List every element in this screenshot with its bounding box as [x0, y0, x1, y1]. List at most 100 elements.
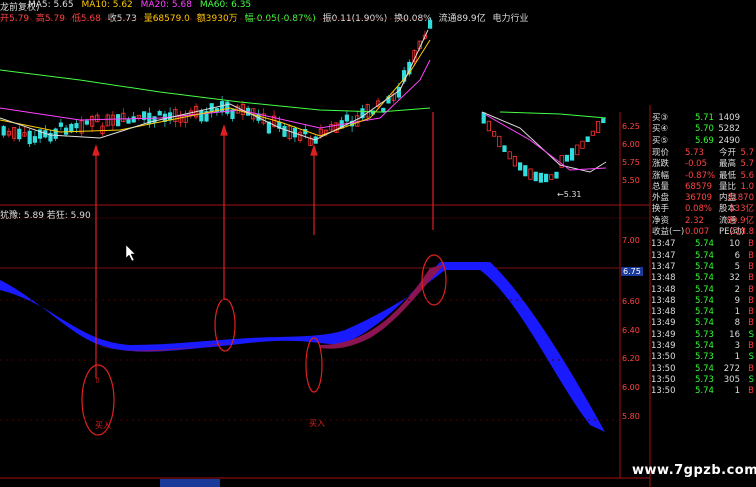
stat-row: 总量 68579 量比 1.0	[651, 182, 756, 193]
bid-price: 5.71	[695, 113, 714, 123]
price-tick: 6.00	[622, 140, 640, 149]
candlestick	[512, 156, 518, 167]
stat-label: 总量	[652, 181, 670, 192]
stat-row: 净资 2.32 流通 89.9亿	[651, 216, 756, 227]
ma-line-group	[0, 29, 607, 173]
bid-row: 买④ 5.70 5282	[651, 124, 756, 135]
stat-label: 换手	[652, 204, 670, 215]
tick-row: 13:47 5.74 10 B	[651, 239, 756, 250]
candlestick	[580, 140, 585, 149]
chart-canvas	[0, 17, 651, 487]
tick-side: B	[748, 273, 754, 284]
tick-row: 13:49 5.74 3 B	[651, 341, 756, 352]
candlestick	[570, 148, 575, 161]
tick-side: S	[748, 329, 754, 340]
tick-price: 5.74	[695, 261, 714, 272]
signal-arrow-3	[310, 144, 318, 156]
stat-value: 5.6	[740, 170, 754, 181]
stat-label: 收益(一)	[652, 227, 685, 237]
tick-side: B	[748, 318, 754, 329]
stat-row: 换手 0.08% 股本 133亿	[651, 204, 756, 215]
bid-label: 买③	[652, 113, 669, 123]
candlestick	[528, 168, 533, 180]
candle-group	[1, 17, 606, 183]
candlestick	[502, 145, 507, 152]
candlestick	[491, 131, 497, 137]
tick-price: 5.74	[695, 239, 714, 250]
price-tick: 7.00	[622, 236, 640, 245]
stat-label: 涨幅	[652, 170, 670, 181]
tick-time: 13:47	[651, 239, 676, 250]
indicator-band-blue	[0, 262, 605, 432]
tick-price: 5.74	[695, 250, 714, 261]
stat-label: 涨跌	[652, 159, 670, 170]
tick-row: 13:48 5.74 32 B	[651, 273, 756, 284]
ma10-line	[0, 39, 431, 137]
stat-value: 68579	[685, 181, 713, 192]
tick-time: 13:48	[651, 273, 676, 284]
tick-price: 5.73	[695, 374, 714, 385]
tick-side: S	[748, 352, 754, 363]
tick-price: 5.73	[695, 329, 714, 340]
tick-time: 13:47	[651, 261, 676, 272]
ma20-line	[0, 59, 431, 129]
price-tick: 6.00	[622, 383, 640, 392]
tick-time: 13:49	[651, 318, 676, 329]
tick-price: 5.74	[695, 273, 714, 284]
tick-price: 5.73	[695, 352, 714, 363]
candlestick	[497, 135, 502, 148]
ma60-line-right	[499, 111, 607, 119]
tick-price: 5.74	[695, 386, 714, 397]
tick-volume: 6	[734, 250, 740, 261]
stat-label: 量比	[719, 181, 737, 192]
ma60-line	[0, 69, 431, 113]
stat-label: 外盘	[652, 193, 670, 204]
bid-label: 买⑤	[652, 135, 669, 146]
tick-side: B	[748, 363, 754, 374]
mouse-cursor-icon	[125, 244, 136, 262]
price-tick: 5.75	[622, 158, 640, 167]
candlestick	[575, 144, 580, 156]
candlestick	[564, 154, 570, 162]
tick-side: B	[748, 250, 754, 261]
stat-value: 5.7	[740, 147, 754, 158]
candlestick	[523, 165, 528, 177]
candlestick	[554, 171, 559, 179]
ma5-line	[0, 29, 429, 141]
tick-time: 13:50	[651, 374, 676, 385]
tick-row: 13:48 5.74 2 B	[651, 285, 756, 296]
stock-chart-window: { "window": {"title": "龙前复权)"}, "ma_line…	[0, 0, 756, 487]
bid-price: 5.70	[695, 124, 714, 135]
candlestick	[596, 121, 601, 133]
price-tick: 5.50	[622, 176, 640, 185]
candlestick	[544, 173, 549, 183]
buy-label-2: 买入	[309, 419, 325, 428]
stat-row: 涨幅 -0.87% 最低 5.6	[651, 171, 756, 182]
tick-volume: 1	[734, 386, 740, 397]
candlestick	[549, 174, 554, 180]
stat-label: 现价	[652, 147, 670, 158]
tick-row: 13:47 5.74 6 B	[651, 251, 756, 262]
tick-time: 13:47	[651, 250, 676, 261]
stat-value: 133亿	[729, 204, 754, 215]
tick-volume: 1	[734, 307, 740, 318]
candlestick	[518, 162, 523, 171]
tick-volume: 5	[734, 261, 740, 272]
candlestick	[538, 172, 544, 183]
stat-value: 2.32	[685, 215, 704, 226]
tick-side: B	[748, 341, 754, 351]
signal-arrow-2	[220, 124, 228, 136]
tick-row: 13:49 5.73 16 S	[651, 330, 756, 341]
tick-row: 13:50 5.73 1 S	[651, 352, 756, 363]
tick-time: 13:50	[651, 386, 676, 397]
candlestick	[601, 118, 606, 124]
cursor-price-label: 6.75	[621, 267, 643, 276]
stat-label: 净资	[652, 215, 670, 226]
stat-value: 36709	[685, 193, 713, 204]
signal-arrow-1	[92, 144, 100, 156]
tick-row: 13:48 5.74 9 B	[651, 296, 756, 307]
tick-side: B	[748, 307, 754, 318]
tick-time: 13:50	[651, 352, 676, 363]
tick-price: 5.74	[695, 307, 714, 318]
tick-volume: 8	[734, 318, 740, 329]
